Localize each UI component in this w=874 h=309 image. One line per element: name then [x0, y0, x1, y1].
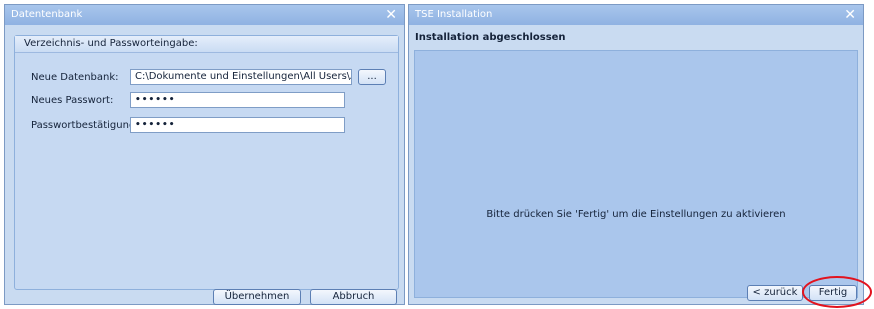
cancel-button[interactable]: Abbruch	[310, 289, 397, 305]
installation-heading: Installation abgeschlossen	[415, 32, 566, 43]
database-window: Datentenbank ✕ Verzeichnis- und Passwort…	[4, 4, 405, 305]
directory-password-group: Verzeichnis- und Passworteingabe: Neue D…	[14, 35, 399, 305]
database-window-titlebar: Datentenbank ✕	[5, 5, 404, 25]
apply-button[interactable]: Übernehmen	[213, 289, 301, 305]
new-database-label: Neue Datenbank:	[31, 72, 119, 83]
tse-window-title: TSE Installation	[415, 9, 493, 20]
close-icon[interactable]: ✕	[385, 5, 397, 25]
group-title: Verzeichnis- und Passworteingabe:	[15, 36, 398, 53]
new-password-input[interactable]: ••••••	[130, 92, 345, 108]
finish-message: Bitte drücken Sie 'Fertig' um die Einste…	[486, 209, 786, 220]
installation-panel: Bitte drücken Sie 'Fertig' um die Einste…	[414, 50, 858, 301]
finish-highlight-circle	[802, 276, 872, 308]
back-button[interactable]: < zurück	[747, 285, 803, 301]
close-icon[interactable]: ✕	[844, 5, 856, 25]
confirm-password-label: Passwortbestätigung:	[31, 120, 139, 131]
database-window-title: Datentenbank	[11, 9, 83, 20]
tse-window-titlebar: TSE Installation ✕	[409, 5, 863, 25]
new-password-label: Neues Passwort:	[31, 95, 114, 106]
confirm-password-input[interactable]: ••••••	[130, 117, 345, 133]
browse-button[interactable]: ...	[358, 69, 386, 85]
new-database-input[interactable]: C:\Dokumente und Einstellungen\All Users…	[130, 69, 352, 85]
tse-installation-window: TSE Installation ✕ Installation abgeschl…	[408, 4, 864, 305]
